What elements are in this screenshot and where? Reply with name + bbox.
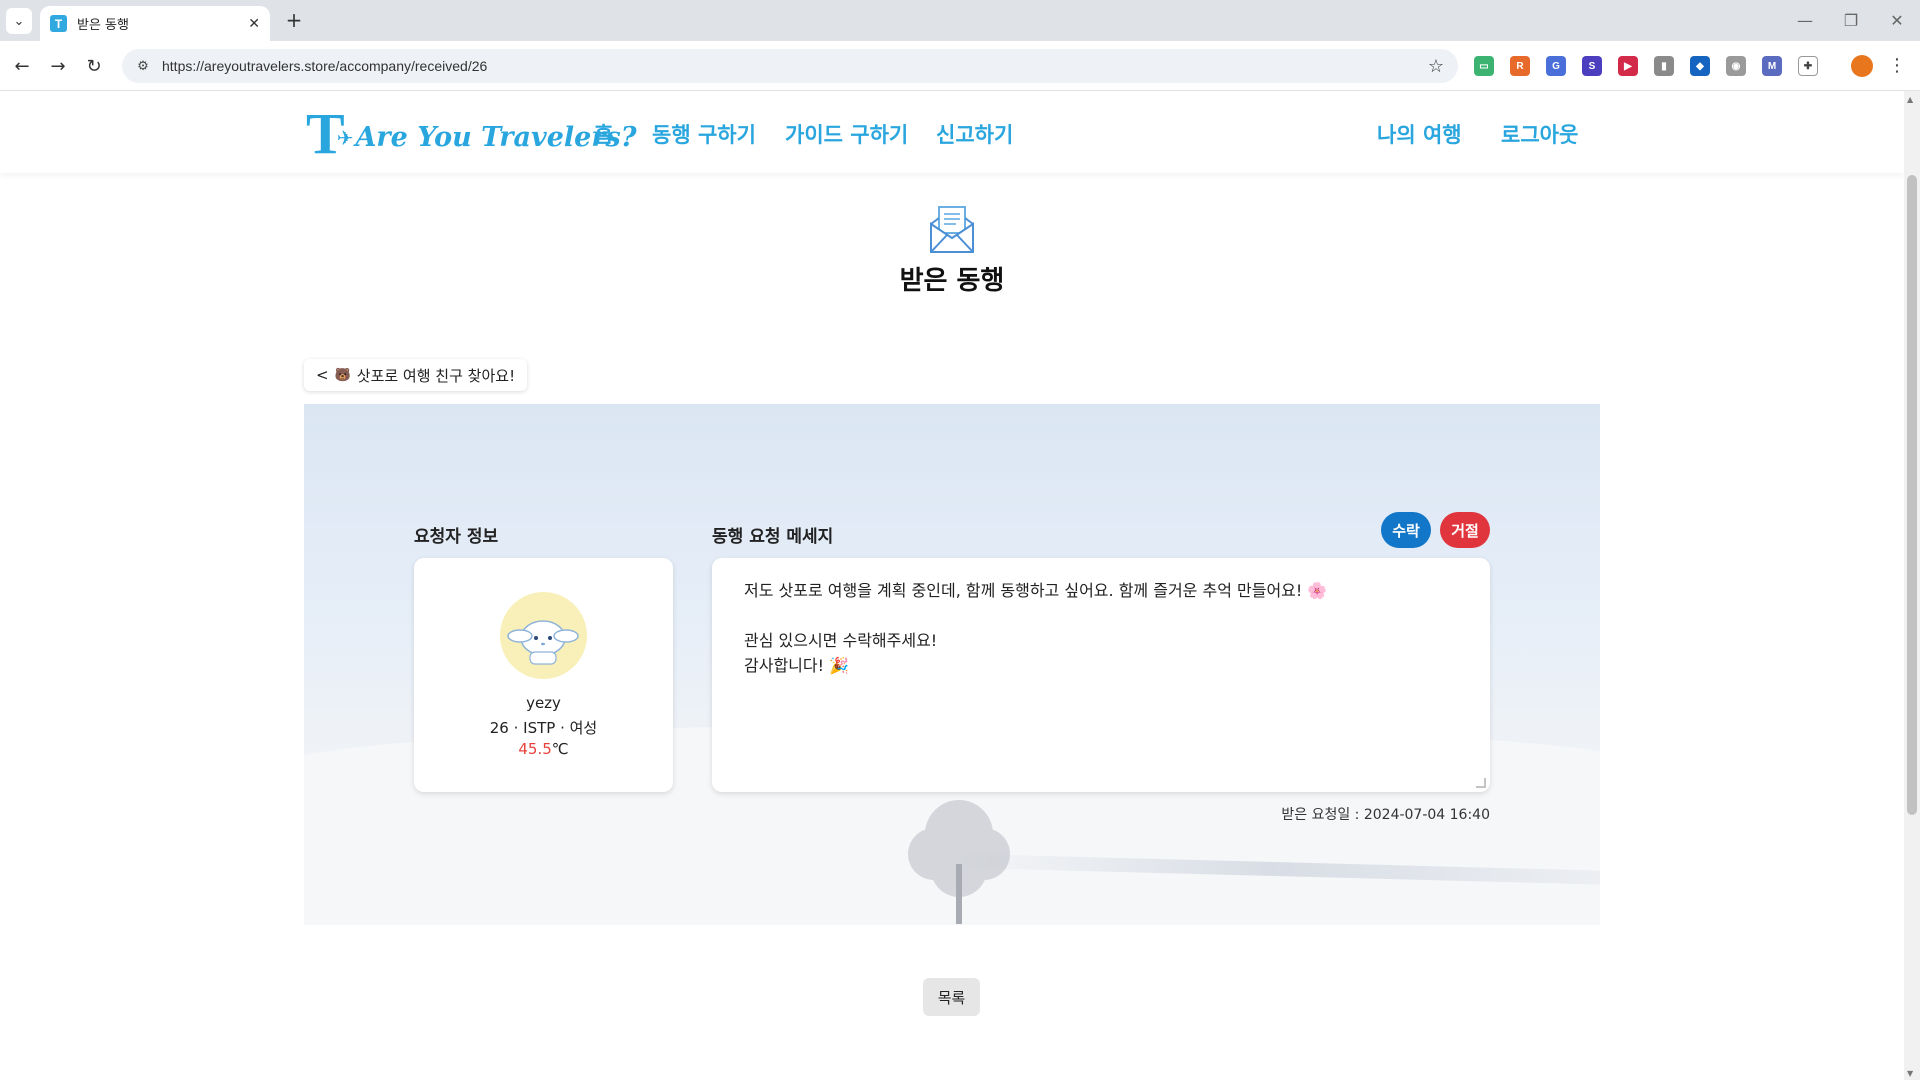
browser-tab-active[interactable]: T 받은 동행 ✕: [40, 6, 270, 41]
requester-meta: 26 · ISTP · 여성: [489, 719, 598, 737]
site-logo[interactable]: T ✈ Are You Travelers?: [306, 105, 637, 163]
requester-temperature: 45.5℃: [414, 740, 673, 758]
envelope-icon: [930, 206, 974, 253]
puppy-character-icon: [507, 620, 579, 665]
page-scrollbar[interactable]: ▲ ▼: [1904, 91, 1920, 1080]
nav-home[interactable]: 홈: [594, 119, 613, 149]
browser-toolbar: ← → ↻ ⚙ https://areyoutravelers.store/ac…: [0, 41, 1920, 91]
scroll-up-arrow-icon[interactable]: ▲: [1907, 95, 1913, 104]
requester-avatar[interactable]: [500, 592, 587, 679]
message-section-label: 동행 요청 메세지: [712, 527, 834, 547]
new-tab-plus-icon[interactable]: +: [282, 8, 306, 32]
back-arrow-icon[interactable]: ←: [10, 54, 34, 78]
extension-red-icon[interactable]: ▶: [1618, 56, 1638, 76]
reject-button[interactable]: 거절: [1440, 512, 1490, 548]
restore-icon[interactable]: ❐: [1836, 8, 1866, 32]
site-header: T ✈ Are You Travelers? 홈 동행 구하기 가이드 구하기 …: [0, 91, 1904, 173]
tab-search-icon[interactable]: ⌄: [6, 8, 32, 34]
scroll-down-arrow-icon[interactable]: ▼: [1907, 1069, 1913, 1078]
textarea-resize-handle[interactable]: [1476, 778, 1486, 788]
page-title: 받은 동행: [899, 266, 1005, 296]
extension-shield-icon[interactable]: ◆: [1690, 56, 1710, 76]
received-date: 받은 요청일 : 2024-07-04 16:40: [1281, 807, 1490, 823]
extension-orange-icon[interactable]: R: [1510, 56, 1530, 76]
request-message-textarea[interactable]: 저도 삿포로 여행을 계획 중인데, 함께 동행하고 싶어요. 함께 즐거운 추…: [712, 558, 1490, 792]
temperature-value: 45.5: [518, 740, 552, 758]
profile-avatar-icon[interactable]: [1851, 55, 1873, 77]
bookmark-star-icon[interactable]: ☆: [1428, 56, 1444, 77]
airplane-icon: ✈: [336, 126, 354, 150]
address-bar[interactable]: ⚙ https://areyoutravelers.store/accompan…: [122, 49, 1458, 83]
reload-icon[interactable]: ↻: [82, 54, 106, 78]
temperature-unit: ℃: [551, 740, 569, 758]
bear-face-icon: 🐻: [334, 367, 351, 383]
list-button[interactable]: 목록: [923, 978, 980, 1016]
extension-translate-icon[interactable]: G: [1546, 56, 1566, 76]
back-to-post-button[interactable]: < 🐻 삿포로 여행 친구 찾아요!: [304, 359, 528, 391]
accept-button[interactable]: 수락: [1381, 512, 1431, 548]
minimize-icon[interactable]: —: [1790, 8, 1820, 32]
nav-my-trip[interactable]: 나의 여행: [1377, 119, 1462, 149]
extension-green-icon[interactable]: ▭: [1474, 56, 1494, 76]
url-text[interactable]: https://areyoutravelers.store/accompany/…: [162, 58, 1428, 74]
back-chevron-icon: <: [316, 366, 329, 384]
scrollbar-thumb[interactable]: [1907, 175, 1917, 815]
requester-section-label: 요청자 정보: [414, 527, 499, 547]
message-line: 관심 있으시면 수락해주세요!: [744, 631, 938, 650]
nav-find-guide[interactable]: 가이드 구하기: [785, 119, 908, 149]
window-close-icon[interactable]: ✕: [1882, 8, 1912, 32]
extension-signal-icon[interactable]: ▮: [1654, 56, 1674, 76]
site-info-icon[interactable]: ⚙: [134, 59, 152, 74]
extension-m-icon[interactable]: M: [1762, 56, 1782, 76]
extensions-puzzle-icon[interactable]: ✚: [1798, 56, 1818, 76]
tab-close-icon[interactable]: ✕: [248, 16, 260, 32]
extension-s-icon[interactable]: S: [1582, 56, 1602, 76]
request-detail-panel: 요청자 정보 동행 요청 메세지 수락 거절 yezy 26 · ISTP · …: [304, 404, 1600, 925]
message-line: 저도 삿포로 여행을 계획 중인데, 함께 동행하고 싶어요. 함께 즐거운 추…: [744, 581, 1328, 600]
nav-logout[interactable]: 로그아웃: [1501, 119, 1578, 149]
requester-name: yezy: [526, 694, 561, 712]
tab-title: 받은 동행: [77, 18, 129, 33]
extension-camera-icon[interactable]: ◉: [1726, 56, 1746, 76]
requester-card: yezy 26 · ISTP · 여성 45.5℃: [414, 558, 673, 792]
site-favicon-icon: T: [50, 15, 67, 32]
nav-report[interactable]: 신고하기: [936, 119, 1013, 149]
message-line: [744, 603, 1458, 628]
browser-tab-bar: ⌄ T 받은 동행 ✕ + — ❐ ✕: [0, 0, 1920, 41]
back-post-title: 삿포로 여행 친구 찾아요!: [356, 366, 516, 385]
nav-find-companion[interactable]: 동행 구하기: [652, 119, 756, 149]
forward-arrow-icon[interactable]: →: [46, 54, 70, 78]
message-line: 감사합니다! 🎉: [744, 656, 850, 675]
browser-menu-icon[interactable]: ⋮: [1888, 55, 1906, 76]
